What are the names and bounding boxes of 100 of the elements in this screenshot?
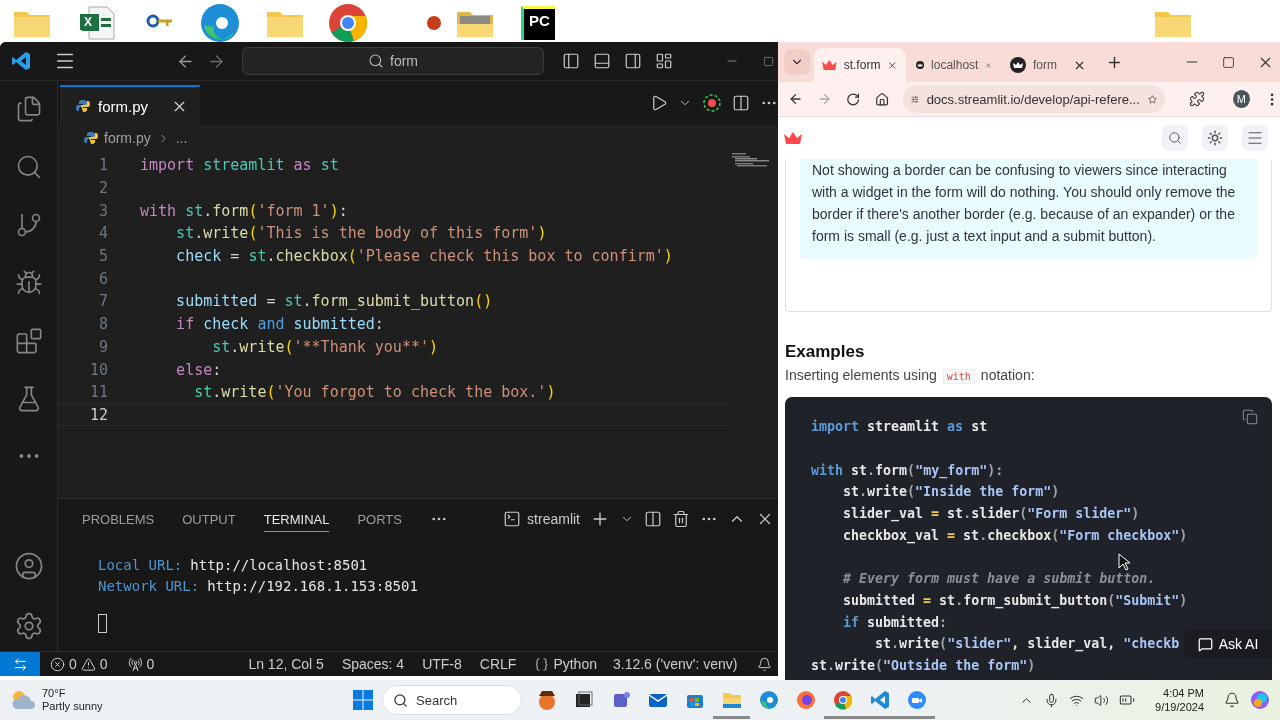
bell-icon[interactable] [757,656,773,672]
remote-button[interactable] [0,652,40,676]
temperature: 70°F [42,687,67,700]
line-number: 3 [97,201,108,220]
code-editor-icon[interactable] [868,689,891,711]
extensions-icon[interactable] [1188,91,1205,107]
terminal-icon[interactable] [503,510,522,528]
terminal-line: Local URL: http://localhost:8501 [98,556,369,575]
layout-icon[interactable] [655,52,673,70]
line-number: 12 [88,405,108,424]
sun-icon [1207,130,1223,146]
python-file-icon [76,99,90,113]
split-terminal-icon[interactable] [644,510,662,528]
round-logo-icon[interactable] [328,3,368,43]
line-number: 4 [97,224,108,243]
browser-tab[interactable]: form [1002,48,1094,82]
editor-tab[interactable]: form.py [60,85,200,125]
remote-icon [12,656,28,672]
crown-icon [822,59,837,71]
minimap-drawing[interactable] [732,153,772,167]
python-file-icon [84,131,98,145]
ports-status[interactable]: 0 [127,656,155,672]
presentation-icon[interactable] [427,16,441,30]
theme-button[interactable] [1202,125,1228,151]
line-number: 8 [97,315,108,334]
ask-ai-button[interactable]: Ask AI [1184,630,1272,658]
assistant-icon[interactable] [1250,690,1270,710]
line-number: 6 [97,269,108,288]
intro-text: Inserting elements using with notation: [785,367,1036,383]
clock-time[interactable]: 4:04 PM [1163,686,1204,700]
terminal-name[interactable]: streamlit [527,511,580,527]
panel-tab[interactable]: OUTPUT [182,506,236,532]
swirl-icon[interactable] [200,3,240,43]
code-line: st.write('**Thank you**') [211,337,439,356]
panel-tab[interactable]: PORTS [357,506,402,532]
battery-icon[interactable] [1119,692,1136,708]
ide-icon[interactable]: PC [521,6,555,40]
error-icon [50,656,65,672]
menu-button[interactable] [1242,125,1268,151]
run-debug-icon[interactable] [14,269,43,297]
primary-sidebar-icon[interactable] [562,52,580,70]
maximize-icon[interactable] [1222,55,1235,69]
panel-tab[interactable]: PROBLEMS [82,506,155,532]
run-icon[interactable] [650,94,668,112]
address-field[interactable]: docs.streamlit.io/develop/api-refere... [902,85,1165,113]
code-line: submitted = st.form_submit_button() [175,292,493,311]
microphone-icon[interactable] [1044,692,1060,708]
code-line: submitted = st.form_submit_button("Submit") [842,592,1188,608]
split-editor-icon[interactable] [732,94,750,112]
chat-icon [1197,636,1213,652]
code-editor-logo-icon [10,50,32,72]
status-item[interactable]: UTF-8 [422,656,462,672]
copy-icon[interactable] [1242,409,1258,425]
status-item[interactable]: CRLF [479,656,517,672]
crown-icon [784,132,802,144]
language-status[interactable]: Python [534,656,597,672]
browser-tab[interactable]: st.form [814,48,906,82]
video-call-icon[interactable] [905,689,928,711]
profile-avatar[interactable]: M [1232,90,1250,108]
breadcrumb-item[interactable]: form.py [104,130,151,146]
code-line: with st.form("my_form"): [811,462,1004,478]
reload-icon[interactable] [846,91,861,107]
record-icon[interactable] [702,93,722,113]
code-line: else: [175,360,222,379]
braces-icon [534,656,550,672]
secondary-sidebar-icon[interactable] [624,52,642,70]
search-field[interactable]: Search [382,685,522,715]
breadcrumb-item[interactable]: ... [175,130,188,146]
warnings-status[interactable]: 0 [80,656,108,672]
panel-icon[interactable] [593,52,611,70]
callout-text: Not showing a border can be confusing to viewers since interacting with a widget in the form will do nothing. You should only remove the border if there's another border (e.g. because of an expander) or the form is small (e.g. just a text input and a submit button). [800,159,1257,259]
code-line: checkbox_val = st.checkbox("Form checkbox") [842,527,1188,543]
notifications-icon[interactable] [1224,692,1240,708]
errors-status[interactable]: 0 [50,656,77,672]
start-icon[interactable] [352,689,374,711]
code-line: import streamlit as st [811,419,988,435]
interpreter-status[interactable]: 3.12.6 ('venv': venv) [613,656,738,672]
line-number: 2 [97,179,108,198]
extensions-icon[interactable] [14,327,43,355]
account-icon[interactable] [13,551,44,581]
panel-tab[interactable]: TERMINAL [263,506,330,532]
line-number: 5 [97,247,108,266]
fox-globe-icon[interactable] [794,689,817,711]
code-line: import streamlit as st [140,156,339,175]
home-icon[interactable] [874,91,889,107]
code-line: check = st.checkbox('Please check this box to confirm') [175,247,673,266]
maximize-icon[interactable] [763,55,774,67]
status-item[interactable]: Spaces: 4 [341,656,405,672]
browser-tab[interactable]: localhost [908,48,1000,82]
volume-icon[interactable] [1094,692,1110,708]
command-search-field[interactable]: form [242,47,544,75]
trash-icon[interactable] [672,510,690,528]
status-item[interactable]: Ln 12, Col 5 [248,656,324,672]
line-number: 1 [97,156,108,175]
antenna-icon [127,656,143,672]
search-button[interactable] [1162,125,1188,151]
code-line: st.write("Outside the form") [811,657,1036,673]
code-line: st.write("Inside the form") [842,484,1060,500]
wifi-icon[interactable] [1069,692,1085,708]
clock-date[interactable]: 9/19/2024 [1155,700,1204,714]
